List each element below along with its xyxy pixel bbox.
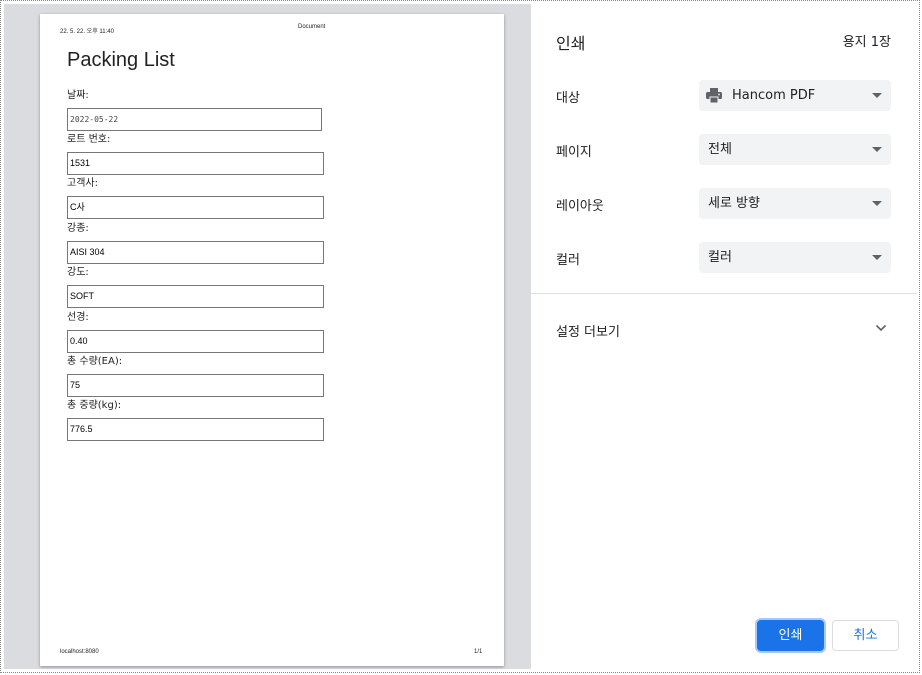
pages-label: 페이지 [556,145,592,160]
destination-label: 대상 [556,91,580,106]
chevron-down-icon[interactable] [875,324,887,332]
pages-value: 전체 [708,142,732,157]
total-quantity-field: 75 [67,374,324,397]
color-value: 컬러 [708,250,732,265]
caret-down-icon [872,255,882,260]
divider [531,293,917,294]
document-title: Packing List [67,49,175,71]
page-header-title: Document [298,24,326,30]
wire-diameter-label: 선경: [67,312,89,323]
destination-value: Hancom PDF [732,88,816,103]
total-weight-label: 총 중량(kg): [67,400,122,411]
total-quantity-label: 총 수량(EA): [67,356,123,367]
total-weight-field: 776.5 [67,418,324,441]
lot-number-field: 1531 [67,152,324,175]
steel-grade-label: 강종: [67,223,89,234]
customer-label: 고객사: [67,178,98,189]
date-field: 2022-05-22 [67,108,322,131]
wire-diameter-field: 0.40 [67,330,324,353]
preview-page: 22. 5. 22. 오후 11:40 Document Packing Lis… [40,14,504,666]
cancel-button[interactable]: 취소 [832,620,899,651]
print-button[interactable]: 인쇄 [757,620,824,651]
print-settings-panel: 인쇄 용지 1장 대상 Hancom PDF 페이지 전체 레이아웃 세로 방향… [531,4,917,669]
sheet-count: 용지 1장 [842,35,891,50]
customer-field: C사 [67,196,324,219]
steel-grade-field: AISI 304 [67,241,324,264]
caret-down-icon [872,201,882,206]
more-settings-toggle[interactable]: 설정 더보기 [556,321,620,340]
color-label: 컬러 [556,253,580,268]
page-header-date: 22. 5. 22. 오후 11:40 [60,29,114,35]
date-label: 날짜: [67,90,89,101]
printer-icon [706,88,722,103]
caret-down-icon [872,147,882,152]
layout-value: 세로 방향 [708,196,760,211]
lot-number-label: 로트 번호: [67,134,111,145]
print-preview-pane[interactable]: 22. 5. 22. 오후 11:40 Document Packing Lis… [4,4,531,669]
hardness-field: SOFT [67,285,324,308]
page-footer-url: localhost:8080 [60,649,99,655]
layout-select[interactable]: 세로 방향 [699,188,891,219]
color-select[interactable]: 컬러 [699,242,891,273]
caret-down-icon [872,93,882,98]
destination-select[interactable]: Hancom PDF [699,80,891,111]
pages-select[interactable]: 전체 [699,134,891,165]
hardness-label: 강도: [67,267,89,278]
panel-title: 인쇄 [556,34,586,53]
layout-label: 레이아웃 [556,199,604,214]
page-footer-number: 1/1 [474,649,483,655]
